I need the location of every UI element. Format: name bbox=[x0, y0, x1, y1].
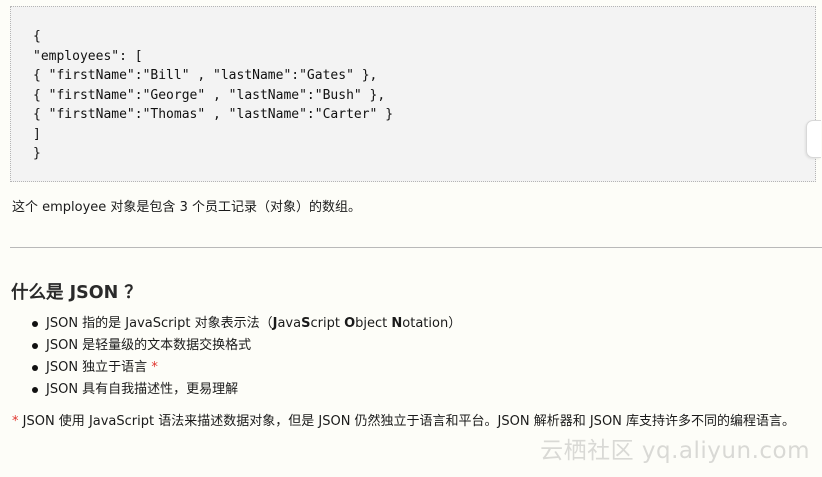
footnote-paragraph: * JSON 使用 JavaScript 语法来描述数据对象，但是 JSON 仍… bbox=[12, 411, 820, 432]
list-item-text: JSON 独立于语言 bbox=[46, 360, 148, 375]
section-heading: 什么是 JSON ？ bbox=[11, 283, 142, 303]
list-item: JSON 是轻量级的文本数据交换格式 bbox=[30, 335, 461, 357]
list-item-text: bject bbox=[355, 316, 392, 331]
list-item-text: otation bbox=[402, 316, 449, 331]
section-divider bbox=[10, 247, 822, 248]
code-line: { "firstName":"George" , "lastName":"Bus… bbox=[33, 87, 386, 103]
list-item-text: ava bbox=[277, 316, 302, 331]
acronym-letter: O bbox=[344, 316, 356, 331]
footnote-text: JSON 使用 JavaScript 语法来描述数据对象，但是 JSON 仍然独… bbox=[18, 414, 796, 429]
feature-list: JSON 指的是 JavaScript 对象表示法（JavaScript Obj… bbox=[30, 313, 461, 401]
code-line: "employees": [ bbox=[33, 48, 143, 64]
list-item: JSON 独立于语言 * bbox=[30, 357, 461, 379]
code-line: ] bbox=[33, 126, 41, 142]
side-scroll-handle[interactable] bbox=[806, 120, 821, 158]
list-item: JSON 指的是 JavaScript 对象表示法（JavaScript Obj… bbox=[30, 313, 461, 335]
code-description: 这个 employee 对象是包含 3 个员工记录（对象）的数组。 bbox=[12, 200, 361, 215]
list-item-text: ） bbox=[448, 316, 462, 331]
code-example-block: { "employees": [ { "firstName":"Bill" , … bbox=[10, 6, 821, 182]
code-line: { bbox=[33, 29, 41, 44]
code-line: { "firstName":"Bill" , "lastName":"Gates… bbox=[33, 68, 378, 83]
code-line: { "firstName":"Thomas" , "lastName":"Car… bbox=[33, 107, 394, 122]
list-item-text: JSON 指的是 JavaScript 对象表示法（ bbox=[46, 316, 273, 331]
list-item: JSON 具有自我描述性，更易理解 bbox=[30, 379, 461, 401]
list-item-text: JSON 是轻量级的文本数据交换格式 bbox=[46, 338, 252, 353]
footnote-marker: * bbox=[151, 360, 158, 375]
list-item-text: cript bbox=[310, 316, 345, 331]
list-item-text: JSON 具有自我描述性，更易理解 bbox=[46, 382, 239, 397]
acronym-letter: N bbox=[391, 316, 403, 331]
code-line: } bbox=[33, 146, 41, 161]
site-watermark: 云栖社区 yq.aliyun.com bbox=[540, 438, 810, 464]
